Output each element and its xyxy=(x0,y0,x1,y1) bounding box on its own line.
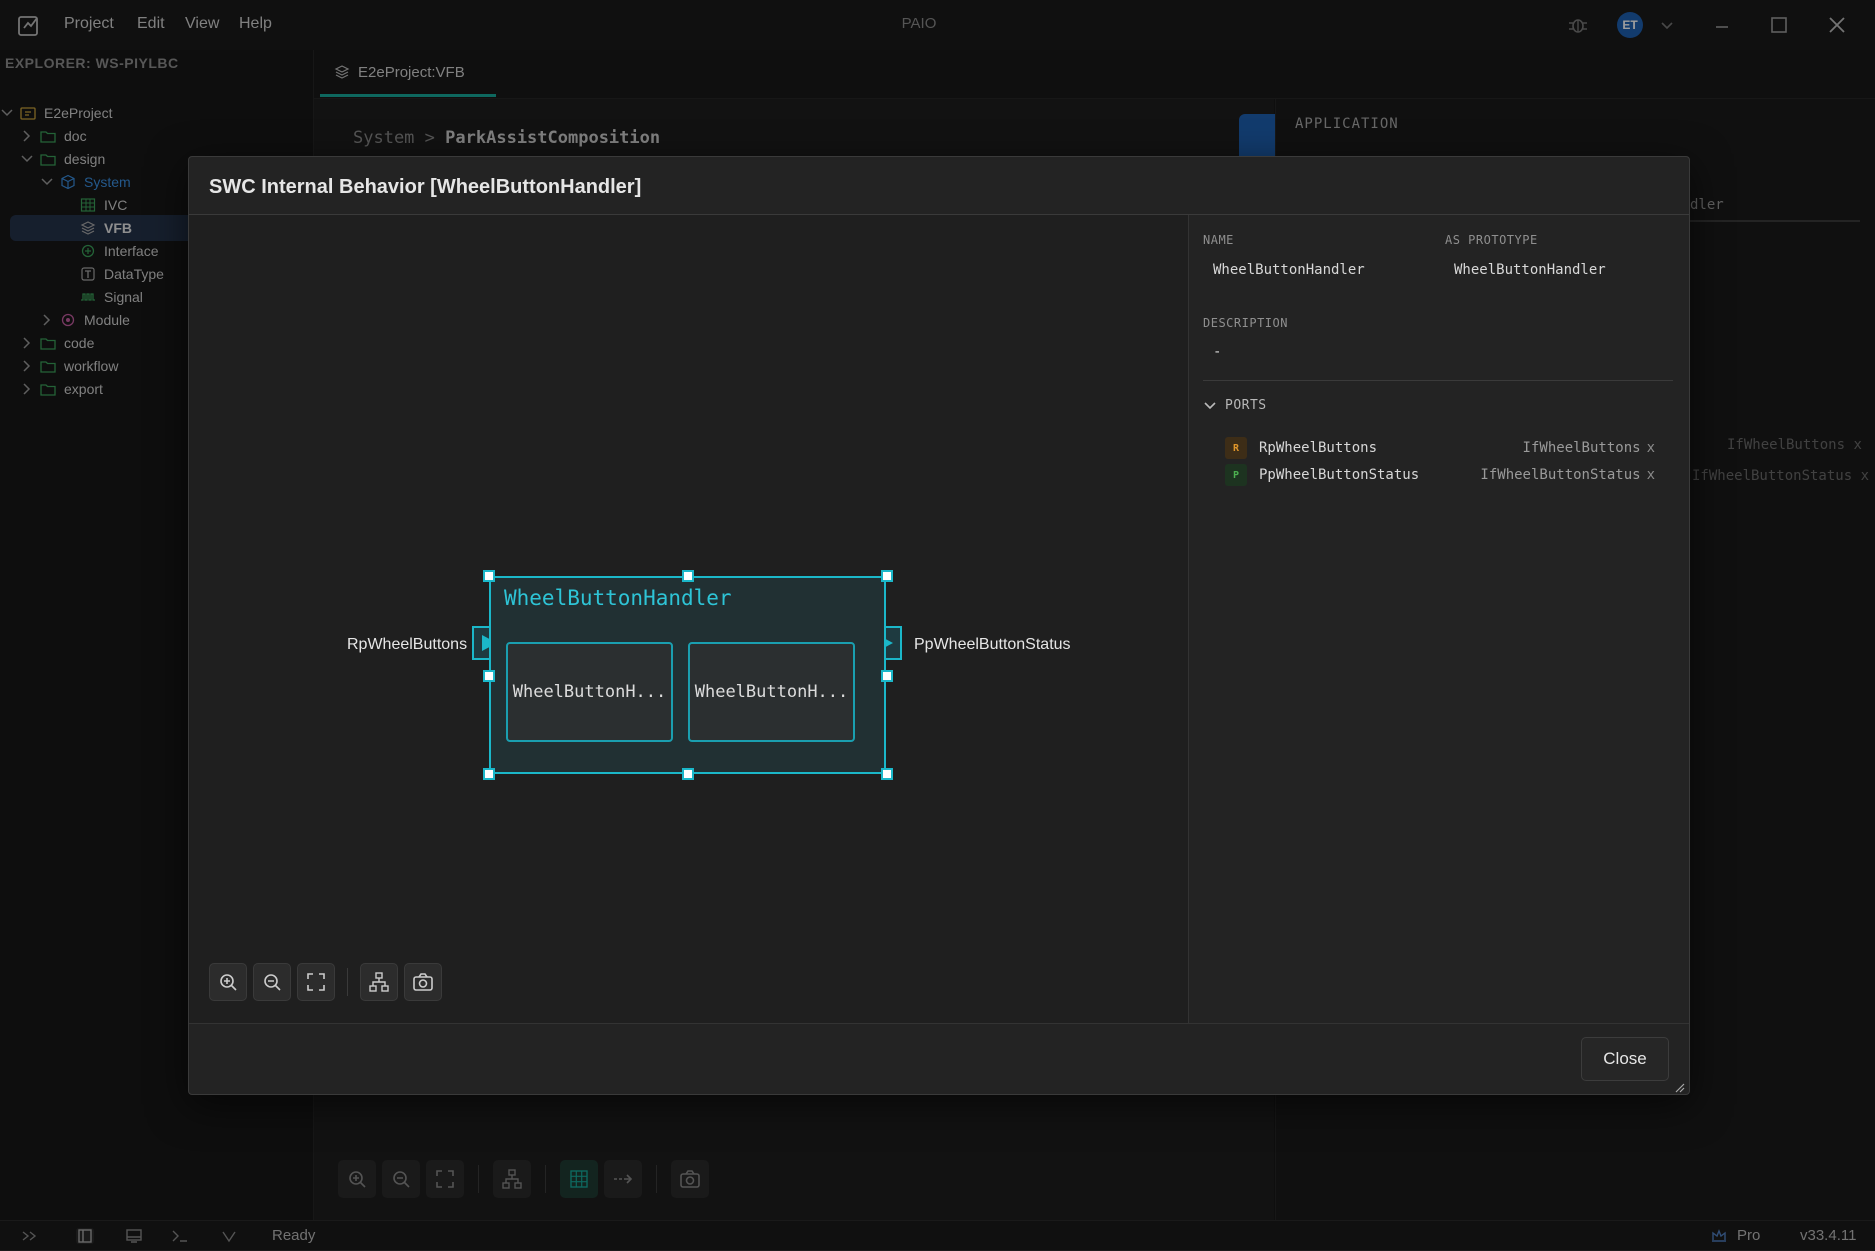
resize-handle[interactable] xyxy=(483,570,495,582)
runnable-box[interactable]: WheelButtonH... xyxy=(688,642,855,742)
in-port-label: RpWheelButtons xyxy=(347,636,468,653)
resize-handle[interactable] xyxy=(682,768,694,780)
port-direction-badge: R xyxy=(1225,437,1247,459)
dialog-footer: Close xyxy=(189,1023,1689,1095)
zoom-out-button[interactable] xyxy=(253,963,291,1001)
port-name: PpWheelButtonStatus xyxy=(1259,467,1420,483)
description-value[interactable]: - xyxy=(1213,344,1221,360)
ports-label: PORTS xyxy=(1225,398,1267,413)
zoom-in-icon xyxy=(220,974,237,991)
dialog-title: SWC Internal Behavior [WheelButtonHandle… xyxy=(209,176,642,198)
port-direction-badge: P xyxy=(1225,464,1247,486)
dialog-header: SWC Internal Behavior [WheelButtonHandle… xyxy=(189,157,1689,215)
diagram-toolbar xyxy=(209,963,442,1001)
description-label: DESCRIPTION xyxy=(1203,316,1288,330)
close-button[interactable]: Close xyxy=(1581,1037,1669,1081)
resize-handle[interactable] xyxy=(483,670,495,682)
swc-component-box[interactable]: WheelButtonHandler WheelButtonH... Wheel… xyxy=(489,576,886,774)
port-name: RpWheelButtons xyxy=(1259,440,1378,456)
port-row[interactable]: P PpWheelButtonStatus IfWheelButtonStatus x xyxy=(1225,462,1655,488)
properties-panel: NAME WheelButtonHandler AS PROTOTYPE Whe… xyxy=(1189,215,1689,1023)
prototype-label: AS PROTOTYPE xyxy=(1445,233,1538,247)
resize-grip-icon[interactable] xyxy=(1675,1083,1685,1093)
hierarchy-icon xyxy=(369,972,389,992)
resize-handle[interactable] xyxy=(881,768,893,780)
behavior-diagram[interactable]: RpWheelButtons PpWheelButtonStatus Wheel… xyxy=(189,215,1189,1023)
zoom-in-button[interactable] xyxy=(209,963,247,1001)
swc-internal-behavior-dialog: SWC Internal Behavior [WheelButtonHandle… xyxy=(188,156,1690,1095)
remove-port-button[interactable]: x xyxy=(1647,467,1655,483)
name-value[interactable]: WheelButtonHandler xyxy=(1213,262,1365,278)
resize-handle[interactable] xyxy=(682,570,694,582)
port-interface: IfWheelButtons xyxy=(1522,440,1641,456)
divider xyxy=(1203,380,1673,381)
port-row[interactable]: R RpWheelButtons IfWheelButtons x xyxy=(1225,435,1655,461)
out-port-label: PpWheelButtonStatus xyxy=(914,636,1071,653)
runnable-box[interactable]: WheelButtonH... xyxy=(506,642,673,742)
resize-handle[interactable] xyxy=(881,670,893,682)
resize-handle[interactable] xyxy=(881,570,893,582)
resize-handle[interactable] xyxy=(483,768,495,780)
screenshot-button[interactable] xyxy=(404,963,442,1001)
divider xyxy=(347,968,348,996)
zoom-out-icon xyxy=(264,974,281,991)
name-label: NAME xyxy=(1203,233,1234,247)
chevron-down-icon xyxy=(1204,401,1216,409)
auto-layout-button[interactable] xyxy=(360,963,398,1001)
swc-component-name: WheelButtonHandler xyxy=(504,586,732,610)
fit-view-button[interactable] xyxy=(297,963,335,1001)
fit-view-icon xyxy=(307,973,325,991)
prototype-value[interactable]: WheelButtonHandler xyxy=(1454,262,1606,278)
remove-port-button[interactable]: x xyxy=(1647,440,1655,456)
ports-section-toggle[interactable]: PORTS xyxy=(1203,398,1267,413)
port-interface: IfWheelButtonStatus xyxy=(1480,467,1641,483)
camera-icon xyxy=(413,973,433,991)
